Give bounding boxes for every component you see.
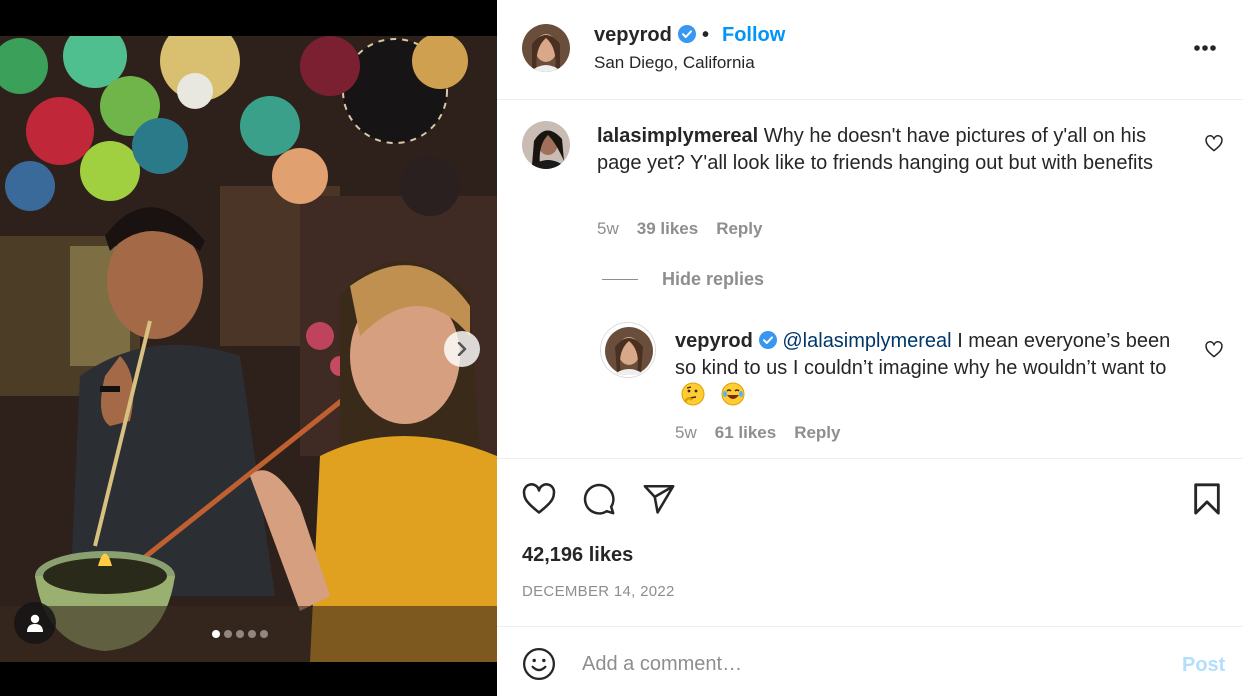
thinking-face-icon (681, 382, 705, 406)
heart-icon (1205, 135, 1223, 152)
follow-button[interactable]: Follow (722, 24, 785, 47)
paper-plane-icon (643, 484, 675, 514)
avatar[interactable] (522, 24, 570, 72)
heart-icon (522, 483, 556, 514)
share-button[interactable] (642, 483, 676, 520)
tagged-users-button[interactable] (14, 602, 56, 644)
add-comment-bar: Post (497, 626, 1243, 696)
reply-button[interactable]: Reply (794, 423, 840, 443)
comment-meta: 5w 39 likes Reply (597, 219, 762, 239)
comment-username[interactable]: lalasimplymereal (597, 125, 758, 147)
header-separator: • (702, 24, 710, 46)
divider (602, 279, 638, 280)
verified-badge-icon (758, 331, 777, 349)
reply-username-text[interactable]: vepyrod (675, 330, 753, 352)
save-button[interactable] (1192, 482, 1222, 521)
post-media (0, 0, 497, 696)
like-comment-button[interactable] (1205, 135, 1223, 157)
avatar[interactable] (522, 121, 570, 169)
user-icon (27, 614, 43, 632)
like-button[interactable] (522, 483, 556, 520)
post-date[interactable]: DECEMBER 14, 2022 (522, 583, 675, 600)
carousel-dot (212, 630, 220, 638)
post-comment-button[interactable]: Post (1182, 654, 1225, 677)
carousel-indicator (212, 630, 268, 638)
reply-likes[interactable]: 61 likes (715, 423, 776, 443)
reply-username[interactable]: vepyrod (675, 330, 777, 352)
hide-replies-label[interactable]: Hide replies (662, 269, 764, 290)
comment-age[interactable]: 5w (597, 219, 619, 239)
comment-button[interactable] (582, 482, 616, 521)
avatar[interactable] (600, 322, 656, 378)
reply-age[interactable]: 5w (675, 423, 697, 443)
carousel-dot (236, 630, 244, 638)
comment-text: lalasimplymereal Why he doesn't have pic… (597, 123, 1177, 177)
more-horizontal-icon (1194, 45, 1216, 51)
mention-link[interactable]: @lalasimplymereal (782, 330, 951, 352)
more-options-button[interactable] (1189, 34, 1229, 62)
reply-text: vepyrod @lalasimplymereal I mean everyon… (675, 328, 1185, 410)
bookmark-icon (1194, 483, 1220, 515)
carousel-dot (224, 630, 232, 638)
carousel-dot (248, 630, 256, 638)
like-reply-button[interactable] (1205, 341, 1223, 363)
post-location[interactable]: San Diego, California (594, 53, 755, 73)
post-photo (0, 36, 497, 662)
comment-bubble-icon (583, 483, 615, 515)
smiley-icon (522, 647, 556, 681)
heart-icon (1205, 341, 1223, 358)
comment-input[interactable] (582, 649, 1142, 679)
author-username-text[interactable]: vepyrod (594, 24, 672, 46)
next-photo-button[interactable] (444, 331, 480, 367)
author-username[interactable]: vepyrod (594, 24, 696, 47)
post-header: vepyrod • Follow San Diego, California (497, 0, 1243, 100)
carousel-dot (260, 630, 268, 638)
reply-button[interactable]: Reply (716, 219, 762, 239)
comment-likes[interactable]: 39 likes (637, 219, 698, 239)
post-details-panel: vepyrod • Follow San Diego, California l… (497, 0, 1243, 696)
chevron-right-icon (457, 342, 467, 356)
post-likes-count[interactable]: 42,196 likes (522, 544, 633, 567)
emoji-picker-button[interactable] (522, 647, 556, 686)
laughing-tears-face-icon (721, 382, 745, 406)
verified-badge-icon (677, 25, 696, 43)
reply-meta: 5w 61 likes Reply (675, 423, 840, 443)
post-actions: 42,196 likes DECEMBER 14, 2022 (497, 458, 1243, 626)
hide-replies-button[interactable]: Hide replies (602, 269, 764, 290)
